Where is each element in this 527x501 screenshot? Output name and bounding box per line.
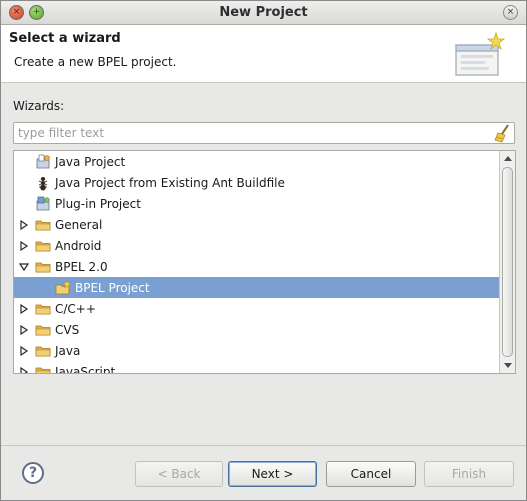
tree-item-label: C/C++ bbox=[55, 301, 96, 316]
tree-item-label: BPEL 2.0 bbox=[55, 259, 108, 274]
tree-item-java-project[interactable]: Java Project bbox=[14, 151, 499, 172]
cancel-button[interactable]: Cancel bbox=[326, 461, 416, 487]
help-icon[interactable]: ? bbox=[22, 462, 44, 484]
expand-arrow-icon[interactable] bbox=[19, 345, 29, 356]
plugin-project-icon bbox=[36, 196, 50, 210]
ant-icon bbox=[38, 176, 48, 190]
footer-separator bbox=[1, 445, 526, 446]
tree-item-label: JavaScript bbox=[55, 364, 116, 374]
tree-item-java-project-from-existing-ant-buildfile[interactable]: Java Project from Existing Ant Buildfile bbox=[14, 172, 499, 193]
filter-input[interactable] bbox=[13, 122, 515, 144]
scroll-up-icon[interactable] bbox=[502, 153, 514, 165]
folder-icon bbox=[35, 241, 51, 251]
tree-item-bpel-project[interactable]: BPEL Project bbox=[14, 277, 499, 298]
next-button[interactable]: Next > bbox=[228, 461, 317, 487]
window-title: New Project bbox=[219, 5, 308, 20]
tree-item-c-c[interactable]: C/C++ bbox=[14, 298, 499, 319]
tree-item-label: Java bbox=[55, 343, 81, 358]
header-description: Create a new BPEL project. bbox=[14, 55, 177, 69]
java-project-icon bbox=[36, 154, 50, 168]
scroll-down-icon[interactable] bbox=[502, 359, 514, 371]
tree-rows: Java Project Java Project from Existing A… bbox=[14, 151, 499, 375]
scrollbar-thumb[interactable] bbox=[502, 167, 513, 357]
tree-item-cvs[interactable]: CVS bbox=[14, 319, 499, 340]
tree-item-bpel-2-0[interactable]: BPEL 2.0 bbox=[14, 256, 499, 277]
tree-item-label: BPEL Project bbox=[75, 280, 150, 295]
finish-button[interactable]: Finish bbox=[424, 461, 514, 487]
tree-item-label: Android bbox=[55, 238, 102, 253]
expand-arrow-icon[interactable] bbox=[19, 219, 29, 230]
folder-icon bbox=[35, 346, 51, 356]
tree-item-java[interactable]: Java bbox=[14, 340, 499, 361]
wizard-header: Select a wizard Create a new BPEL projec… bbox=[1, 25, 526, 83]
tree-item-label: Plug-in Project bbox=[55, 196, 141, 211]
tree-item-label: Java Project bbox=[55, 154, 126, 169]
expand-arrow-icon[interactable] bbox=[19, 240, 29, 251]
wizard-banner-icon bbox=[455, 31, 506, 76]
folder-icon bbox=[35, 220, 51, 230]
tree-item-android[interactable]: Android bbox=[14, 235, 499, 256]
tree-item-javascript[interactable]: JavaScript bbox=[14, 361, 499, 375]
expand-arrow-icon[interactable] bbox=[19, 324, 29, 335]
close-dialog-icon[interactable]: × bbox=[503, 5, 518, 20]
wizard-tree[interactable]: Java Project Java Project from Existing A… bbox=[13, 150, 516, 374]
clear-broom-icon[interactable] bbox=[494, 123, 512, 143]
bpel-project-icon bbox=[55, 279, 71, 294]
expand-arrow-icon[interactable] bbox=[19, 303, 29, 314]
back-button[interactable]: < Back bbox=[135, 461, 223, 487]
collapse-arrow-icon[interactable] bbox=[19, 262, 29, 272]
folder-icon bbox=[35, 304, 51, 314]
tree-item-label: Java Project from Existing Ant Buildfile bbox=[55, 175, 285, 190]
folder-icon bbox=[35, 262, 51, 272]
folder-icon bbox=[35, 367, 51, 373]
folder-icon bbox=[35, 325, 51, 335]
title-bar[interactable]: × + New Project × bbox=[1, 1, 526, 25]
tree-item-label: General bbox=[55, 217, 103, 232]
header-title: Select a wizard bbox=[9, 31, 121, 46]
new-project-dialog: × + New Project × Select a wizard Create… bbox=[0, 0, 527, 501]
wizards-label: Wizards: bbox=[13, 99, 65, 113]
tree-item-label: CVS bbox=[55, 322, 80, 337]
tree-item-plug-in-project[interactable]: Plug-in Project bbox=[14, 193, 499, 214]
tree-vertical-scrollbar[interactable] bbox=[499, 151, 515, 373]
tree-item-general[interactable]: General bbox=[14, 214, 499, 235]
expand-arrow-icon[interactable] bbox=[19, 366, 29, 375]
